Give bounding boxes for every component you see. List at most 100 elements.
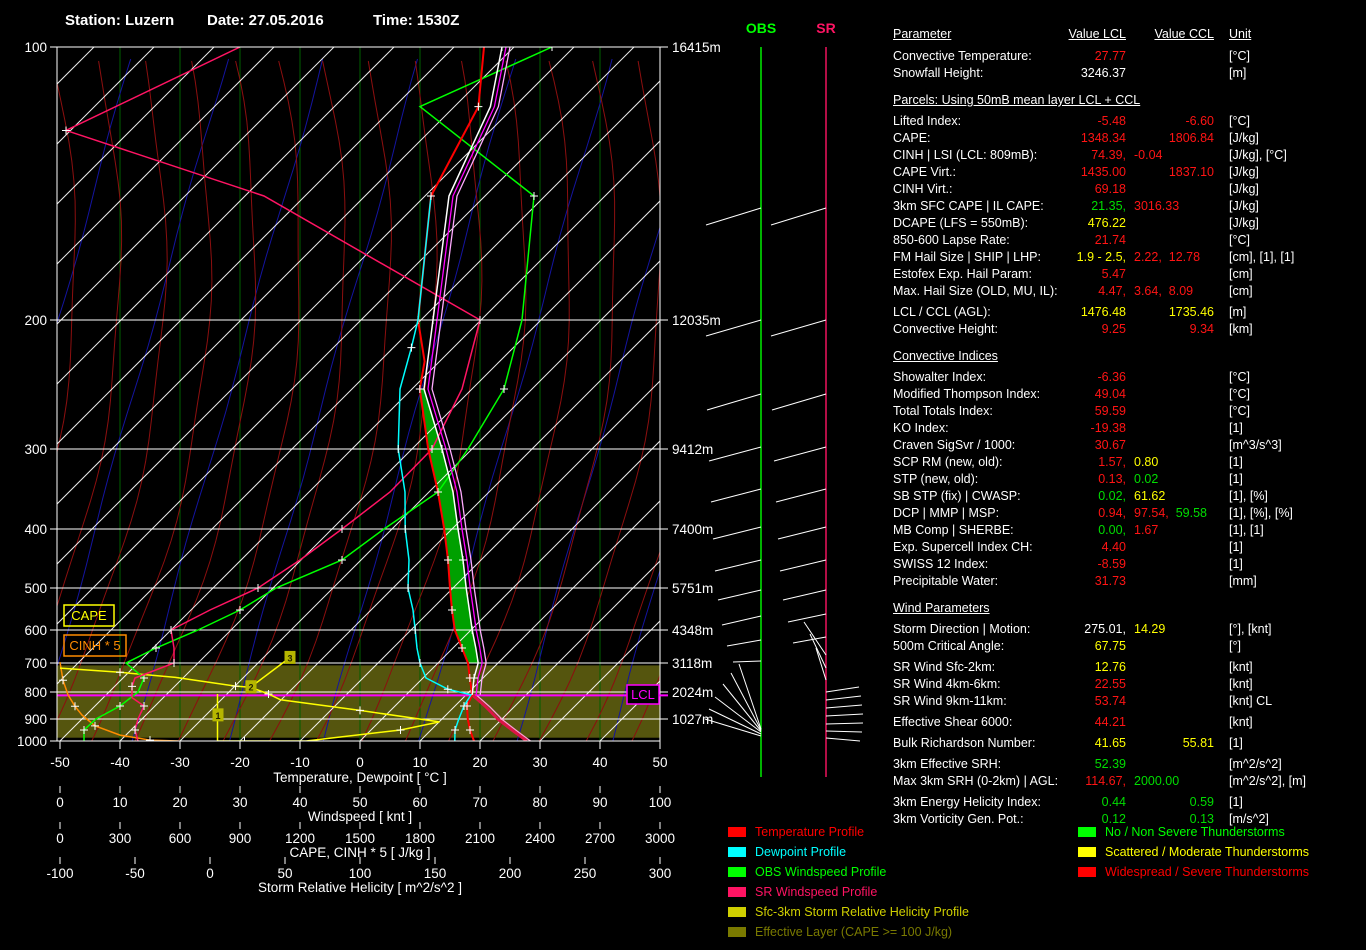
param-unit: [1], [%], [%] (1229, 506, 1293, 520)
axis-title: Storm Relative Helicity [ m^2/s^2 ] (258, 880, 462, 895)
param-unit: [1], [%] (1229, 489, 1268, 503)
param-unit: [°C] (1229, 370, 1250, 384)
param-unit: [1], [1] (1229, 523, 1264, 537)
axis-tick-label: 20 (472, 755, 487, 770)
altitude-tick-label: 12035m (672, 313, 721, 328)
param-value-lcl: 53.74 (893, 693, 1126, 710)
param-value-extra: 3.64, 8.09 (1134, 283, 1193, 300)
param-unit: [°C] (1229, 387, 1250, 401)
legend-swatch (728, 827, 746, 837)
param-value: 21.74 (1094, 233, 1126, 247)
param-value: 1.67 (1134, 523, 1159, 537)
profile-legend-item: Effective Layer (CAPE >= 100 J/kg) (728, 922, 969, 942)
wind-barb (773, 446, 827, 462)
altitude-tick-label: 4348m (672, 623, 713, 638)
axis-tick-label: 50 (277, 866, 292, 881)
axis-tick-label: 70 (472, 795, 487, 810)
param-value-lcl: -19.38 (893, 420, 1126, 437)
wind-barb (721, 615, 762, 626)
table-row: FM Hail Size | SHIP | LHP: 1.9 - 2.5, 2.22… (893, 249, 1366, 266)
table-header-row: Parameter Value LCL Value CCL Unit (893, 26, 1366, 43)
header-value-ccl: Value CCL (1154, 27, 1214, 41)
pressure-tick-label: 100 (24, 40, 47, 55)
param-value: 4.47, (1098, 284, 1126, 298)
pressure-tick-label: 900 (24, 712, 47, 727)
param-value-extra: 1.67 (1134, 522, 1158, 539)
table-row: Showalter Index: -6.36 [°C] (893, 369, 1366, 386)
legend-label: Widespread / Severe Thunderstorms (1105, 865, 1310, 879)
profile-legend-item: OBS Windspeed Profile (728, 862, 969, 882)
sr-wind-column: SR (770, 20, 864, 777)
param-unit: [1] (1229, 736, 1243, 750)
wind-barb (825, 713, 864, 717)
param-value-lcl: 1.9 - 2.5, (893, 249, 1126, 266)
table-row: Max. Hail Size (OLD, MU, IL): 4.47, 3.64, … (893, 283, 1366, 300)
param-value: 53.74 (1094, 694, 1126, 708)
param-value-lcl: 21.35, (893, 198, 1126, 215)
param-unit: [mm] (1229, 574, 1257, 588)
param-unit: [knt] (1229, 660, 1253, 674)
param-value-lcl: 0.00, (893, 522, 1126, 539)
param-value: -5.48 (1097, 114, 1127, 128)
table-row: CAPE Virt.: 1435.00 1837.10 [J/kg] (893, 164, 1366, 181)
param-value: 1.57, (1098, 455, 1126, 469)
table-row: CAPE: 1348.34 1806.84 [J/kg] (893, 130, 1366, 147)
param-unit: [°C] (1229, 404, 1250, 418)
param-value-lcl: 1435.00 (893, 164, 1126, 181)
axis-tick-label: -100 (46, 866, 73, 881)
param-value: 41.65 (1094, 736, 1126, 750)
wind-barb (782, 589, 827, 601)
param-value-lcl: 67.75 (893, 638, 1126, 655)
param-value: 97.54, (1134, 506, 1169, 520)
axis-tick-label: 60 (412, 795, 427, 810)
axis-tick-label: 2700 (585, 831, 615, 846)
param-value: 0.02, (1098, 489, 1126, 503)
table-row: CINH | LSI (LCL: 809mB): 74.39, -0.04 [J/kg… (893, 147, 1366, 164)
param-value: 74.39, (1091, 148, 1126, 162)
wind-barb (825, 730, 863, 733)
axis-tick-label: -50 (50, 755, 70, 770)
param-unit: [1] (1229, 472, 1243, 486)
legend-label: OBS Windspeed Profile (755, 865, 887, 879)
param-value: 1.9 - 2.5, (1076, 250, 1126, 264)
legend-swatch (1078, 867, 1096, 877)
param-value-lcl: 52.39 (893, 756, 1126, 773)
legend-swatch (728, 927, 746, 937)
param-unit: [knt] (1229, 715, 1253, 729)
profile-legend-item: Dewpoint Profile (728, 842, 969, 862)
param-value-lcl: 0.94, (893, 505, 1126, 522)
sounding-app: Station: Luzern Date: 27.05.2016 Time: 1… (0, 0, 1366, 950)
param-value: 275.01, (1084, 622, 1126, 636)
table-row: LCL / CCL (AGL): 1476.48 1735.46 [m] (893, 304, 1366, 321)
wind-barb (825, 695, 862, 701)
param-value-lcl: 30.67 (893, 437, 1126, 454)
param-unit: [km] (1229, 322, 1253, 336)
table-row: 3km Energy Helicity Index: 0.44 0.59 [1] (893, 794, 1366, 811)
param-unit: [m] (1229, 66, 1247, 80)
table-row: Lifted Index: -5.48 -6.60 [°C] (893, 113, 1366, 130)
param-value: 476.22 (1087, 216, 1126, 230)
table-row: 3km Effective SRH: 52.39 [m^2/s^2] (893, 756, 1366, 773)
param-value: 1476.48 (1080, 305, 1126, 319)
param-unit: [m] (1229, 305, 1247, 319)
param-value-lcl: 69.18 (893, 181, 1126, 198)
wind-barb (770, 207, 827, 226)
axis-tick-label: 10 (412, 755, 427, 770)
param-value: 27.77 (1094, 49, 1126, 63)
axis-tick-label: 900 (229, 831, 252, 846)
axis-tick-label: 0 (56, 831, 64, 846)
param-value-lcl: 476.22 (893, 215, 1126, 232)
param-value: 0.59 (1189, 795, 1214, 809)
table-row: DCAPE (LFS = 550mB): 476.22 [J/kg] (893, 215, 1366, 232)
param-unit: [°C] (1229, 233, 1250, 247)
param-value-lcl: 22.55 (893, 676, 1126, 693)
axis-tick-label: 300 (109, 831, 132, 846)
sr-wind-column-label: SR (816, 20, 835, 36)
param-value-ccl: 1806.84 (1139, 130, 1214, 147)
axis-tick-label: 200 (499, 866, 522, 881)
axis-tick-label: 80 (532, 795, 547, 810)
param-value-ccl: 9.34 (1139, 321, 1214, 338)
param-value: 61.62 (1134, 489, 1166, 503)
axis-title: Temperature, Dewpoint [ °C ] (273, 770, 446, 785)
wind-barb (825, 704, 863, 709)
